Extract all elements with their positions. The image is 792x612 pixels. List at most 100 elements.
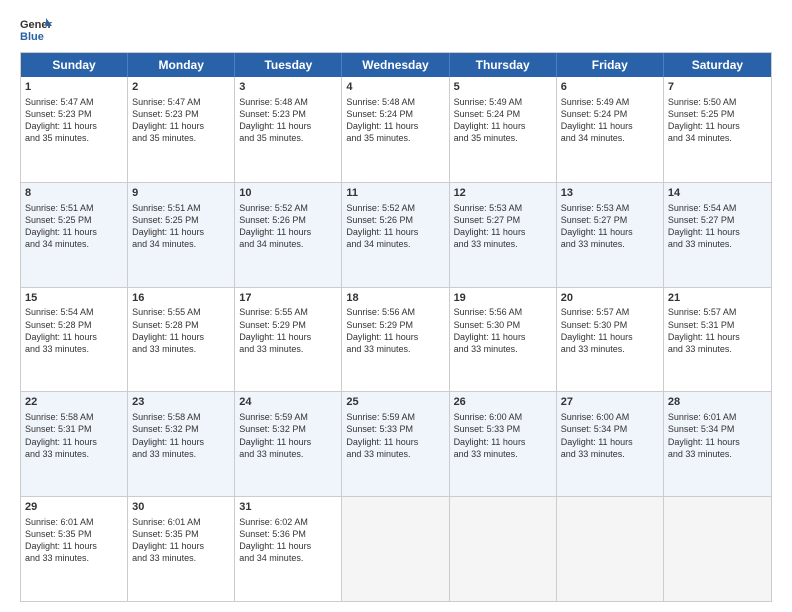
day-cell-10: 10Sunrise: 5:52 AMSunset: 5:26 PMDayligh…	[235, 183, 342, 287]
day-cell-14: 14Sunrise: 5:54 AMSunset: 5:27 PMDayligh…	[664, 183, 771, 287]
day-info-line: and 33 minutes.	[561, 238, 659, 250]
day-info-line: and 33 minutes.	[346, 343, 444, 355]
calendar-row-3: 15Sunrise: 5:54 AMSunset: 5:28 PMDayligh…	[21, 287, 771, 392]
day-info-line: Sunrise: 5:50 AM	[668, 96, 767, 108]
logo: General Blue	[20, 16, 56, 44]
weekday-header-sunday: Sunday	[21, 53, 128, 77]
day-info-line: Sunset: 5:33 PM	[346, 423, 444, 435]
empty-cell-4-4	[450, 497, 557, 601]
day-cell-27: 27Sunrise: 6:00 AMSunset: 5:34 PMDayligh…	[557, 392, 664, 496]
day-info-line: Sunrise: 5:49 AM	[561, 96, 659, 108]
day-info-line: and 33 minutes.	[25, 448, 123, 460]
day-info-line: Daylight: 11 hours	[454, 226, 552, 238]
calendar-row-5: 29Sunrise: 6:01 AMSunset: 5:35 PMDayligh…	[21, 496, 771, 601]
day-info-line: and 34 minutes.	[25, 238, 123, 250]
day-number: 3	[239, 80, 337, 95]
day-info-line: and 33 minutes.	[561, 448, 659, 460]
day-info-line: Sunrise: 5:47 AM	[25, 96, 123, 108]
day-number: 17	[239, 291, 337, 306]
day-cell-31: 31Sunrise: 6:02 AMSunset: 5:36 PMDayligh…	[235, 497, 342, 601]
day-number: 29	[25, 500, 123, 515]
day-cell-18: 18Sunrise: 5:56 AMSunset: 5:29 PMDayligh…	[342, 288, 449, 392]
day-cell-20: 20Sunrise: 5:57 AMSunset: 5:30 PMDayligh…	[557, 288, 664, 392]
day-info-line: Daylight: 11 hours	[346, 120, 444, 132]
day-info-line: Sunset: 5:29 PM	[346, 319, 444, 331]
day-cell-23: 23Sunrise: 5:58 AMSunset: 5:32 PMDayligh…	[128, 392, 235, 496]
day-number: 14	[668, 186, 767, 201]
day-info-line: Sunrise: 6:01 AM	[132, 516, 230, 528]
day-info-line: Sunrise: 5:59 AM	[239, 411, 337, 423]
day-info-line: Sunset: 5:26 PM	[239, 214, 337, 226]
day-cell-16: 16Sunrise: 5:55 AMSunset: 5:28 PMDayligh…	[128, 288, 235, 392]
day-info-line: and 35 minutes.	[239, 132, 337, 144]
day-info-line: Sunrise: 5:55 AM	[239, 306, 337, 318]
day-info-line: Sunset: 5:30 PM	[561, 319, 659, 331]
day-number: 26	[454, 395, 552, 410]
day-cell-25: 25Sunrise: 5:59 AMSunset: 5:33 PMDayligh…	[342, 392, 449, 496]
calendar-row-2: 8Sunrise: 5:51 AMSunset: 5:25 PMDaylight…	[21, 182, 771, 287]
day-info-line: Sunset: 5:34 PM	[668, 423, 767, 435]
day-info-line: Sunset: 5:35 PM	[25, 528, 123, 540]
day-info-line: and 33 minutes.	[454, 238, 552, 250]
day-cell-17: 17Sunrise: 5:55 AMSunset: 5:29 PMDayligh…	[235, 288, 342, 392]
weekday-header-monday: Monday	[128, 53, 235, 77]
day-number: 6	[561, 80, 659, 95]
day-info-line: Sunset: 5:32 PM	[239, 423, 337, 435]
day-number: 4	[346, 80, 444, 95]
day-number: 30	[132, 500, 230, 515]
day-cell-8: 8Sunrise: 5:51 AMSunset: 5:25 PMDaylight…	[21, 183, 128, 287]
day-cell-5: 5Sunrise: 5:49 AMSunset: 5:24 PMDaylight…	[450, 77, 557, 182]
day-number: 7	[668, 80, 767, 95]
day-cell-26: 26Sunrise: 6:00 AMSunset: 5:33 PMDayligh…	[450, 392, 557, 496]
weekday-header-wednesday: Wednesday	[342, 53, 449, 77]
day-info-line: and 34 minutes.	[346, 238, 444, 250]
day-info-line: Sunset: 5:23 PM	[132, 108, 230, 120]
empty-cell-4-3	[342, 497, 449, 601]
day-info-line: Sunset: 5:25 PM	[132, 214, 230, 226]
calendar-header: SundayMondayTuesdayWednesdayThursdayFrid…	[21, 53, 771, 77]
day-info-line: Daylight: 11 hours	[346, 331, 444, 343]
day-info-line: and 35 minutes.	[346, 132, 444, 144]
day-info-line: and 35 minutes.	[25, 132, 123, 144]
day-number: 28	[668, 395, 767, 410]
day-cell-29: 29Sunrise: 6:01 AMSunset: 5:35 PMDayligh…	[21, 497, 128, 601]
day-info-line: Sunset: 5:23 PM	[25, 108, 123, 120]
day-info-line: Sunset: 5:31 PM	[668, 319, 767, 331]
day-number: 10	[239, 186, 337, 201]
day-info-line: Sunrise: 5:55 AM	[132, 306, 230, 318]
day-info-line: and 33 minutes.	[454, 343, 552, 355]
day-number: 31	[239, 500, 337, 515]
day-info-line: Daylight: 11 hours	[132, 226, 230, 238]
day-info-line: and 34 minutes.	[668, 132, 767, 144]
calendar-row-4: 22Sunrise: 5:58 AMSunset: 5:31 PMDayligh…	[21, 391, 771, 496]
day-info-line: Sunrise: 6:00 AM	[561, 411, 659, 423]
day-cell-1: 1Sunrise: 5:47 AMSunset: 5:23 PMDaylight…	[21, 77, 128, 182]
day-number: 27	[561, 395, 659, 410]
day-info-line: Daylight: 11 hours	[25, 540, 123, 552]
day-number: 25	[346, 395, 444, 410]
day-info-line: and 35 minutes.	[454, 132, 552, 144]
day-info-line: Sunset: 5:36 PM	[239, 528, 337, 540]
empty-cell-4-5	[557, 497, 664, 601]
day-info-line: Sunrise: 5:57 AM	[668, 306, 767, 318]
day-number: 1	[25, 80, 123, 95]
day-cell-24: 24Sunrise: 5:59 AMSunset: 5:32 PMDayligh…	[235, 392, 342, 496]
day-info-line: Sunset: 5:30 PM	[454, 319, 552, 331]
day-number: 23	[132, 395, 230, 410]
day-info-line: Daylight: 11 hours	[239, 540, 337, 552]
day-info-line: Sunset: 5:23 PM	[239, 108, 337, 120]
day-cell-22: 22Sunrise: 5:58 AMSunset: 5:31 PMDayligh…	[21, 392, 128, 496]
day-info-line: Sunset: 5:26 PM	[346, 214, 444, 226]
day-cell-19: 19Sunrise: 5:56 AMSunset: 5:30 PMDayligh…	[450, 288, 557, 392]
day-info-line: and 34 minutes.	[239, 238, 337, 250]
header: General Blue	[20, 16, 772, 44]
day-info-line: Sunset: 5:29 PM	[239, 319, 337, 331]
day-info-line: Sunrise: 6:00 AM	[454, 411, 552, 423]
day-info-line: Daylight: 11 hours	[668, 226, 767, 238]
day-info-line: Sunset: 5:27 PM	[561, 214, 659, 226]
day-info-line: Sunrise: 5:56 AM	[454, 306, 552, 318]
day-info-line: Sunrise: 5:51 AM	[25, 202, 123, 214]
day-info-line: Sunrise: 5:52 AM	[346, 202, 444, 214]
day-info-line: Sunrise: 5:52 AM	[239, 202, 337, 214]
day-info-line: Sunrise: 5:58 AM	[25, 411, 123, 423]
